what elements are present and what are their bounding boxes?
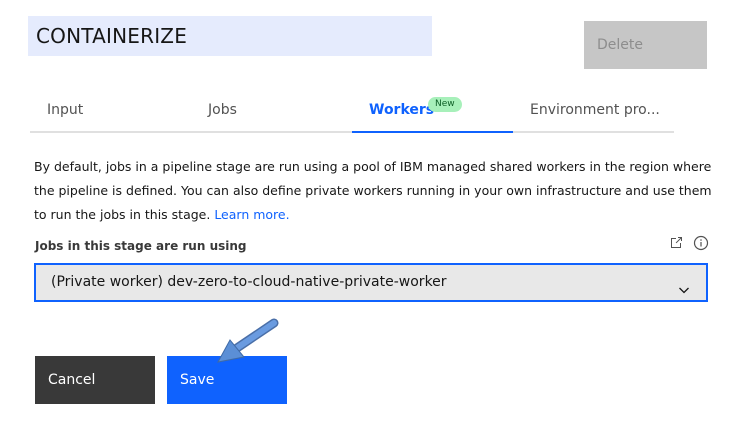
- tab-environment-properties[interactable]: Environment pro...: [513, 94, 674, 133]
- selected-worker-value: (Private worker) dev-zero-to-cloud-nativ…: [51, 274, 447, 290]
- information-icon[interactable]: [693, 235, 709, 254]
- worker-field-label: Jobs in this stage are run using: [35, 239, 247, 253]
- learn-more-link[interactable]: Learn more.: [214, 207, 289, 222]
- tab-jobs[interactable]: Jobs: [191, 94, 352, 133]
- launch-icon[interactable]: [668, 235, 689, 254]
- stage-name-input[interactable]: [28, 16, 432, 56]
- new-badge: New: [428, 97, 462, 112]
- delete-button[interactable]: Delete: [584, 21, 707, 69]
- save-button[interactable]: Save: [167, 356, 287, 404]
- tab-bar: Input Jobs Workers Environment pro...: [30, 94, 674, 134]
- stage-config-panel: Delete Input Jobs Workers Environment pr…: [0, 0, 740, 422]
- cancel-button[interactable]: Cancel: [35, 356, 155, 404]
- workers-description: By default, jobs in a pipeline stage are…: [34, 155, 714, 227]
- description-text: By default, jobs in a pipeline stage are…: [34, 159, 712, 222]
- field-icons: [668, 235, 709, 251]
- tab-input[interactable]: Input: [30, 94, 191, 133]
- worker-select[interactable]: (Private worker) dev-zero-to-cloud-nativ…: [34, 263, 708, 302]
- chevron-down-icon: [677, 276, 691, 311]
